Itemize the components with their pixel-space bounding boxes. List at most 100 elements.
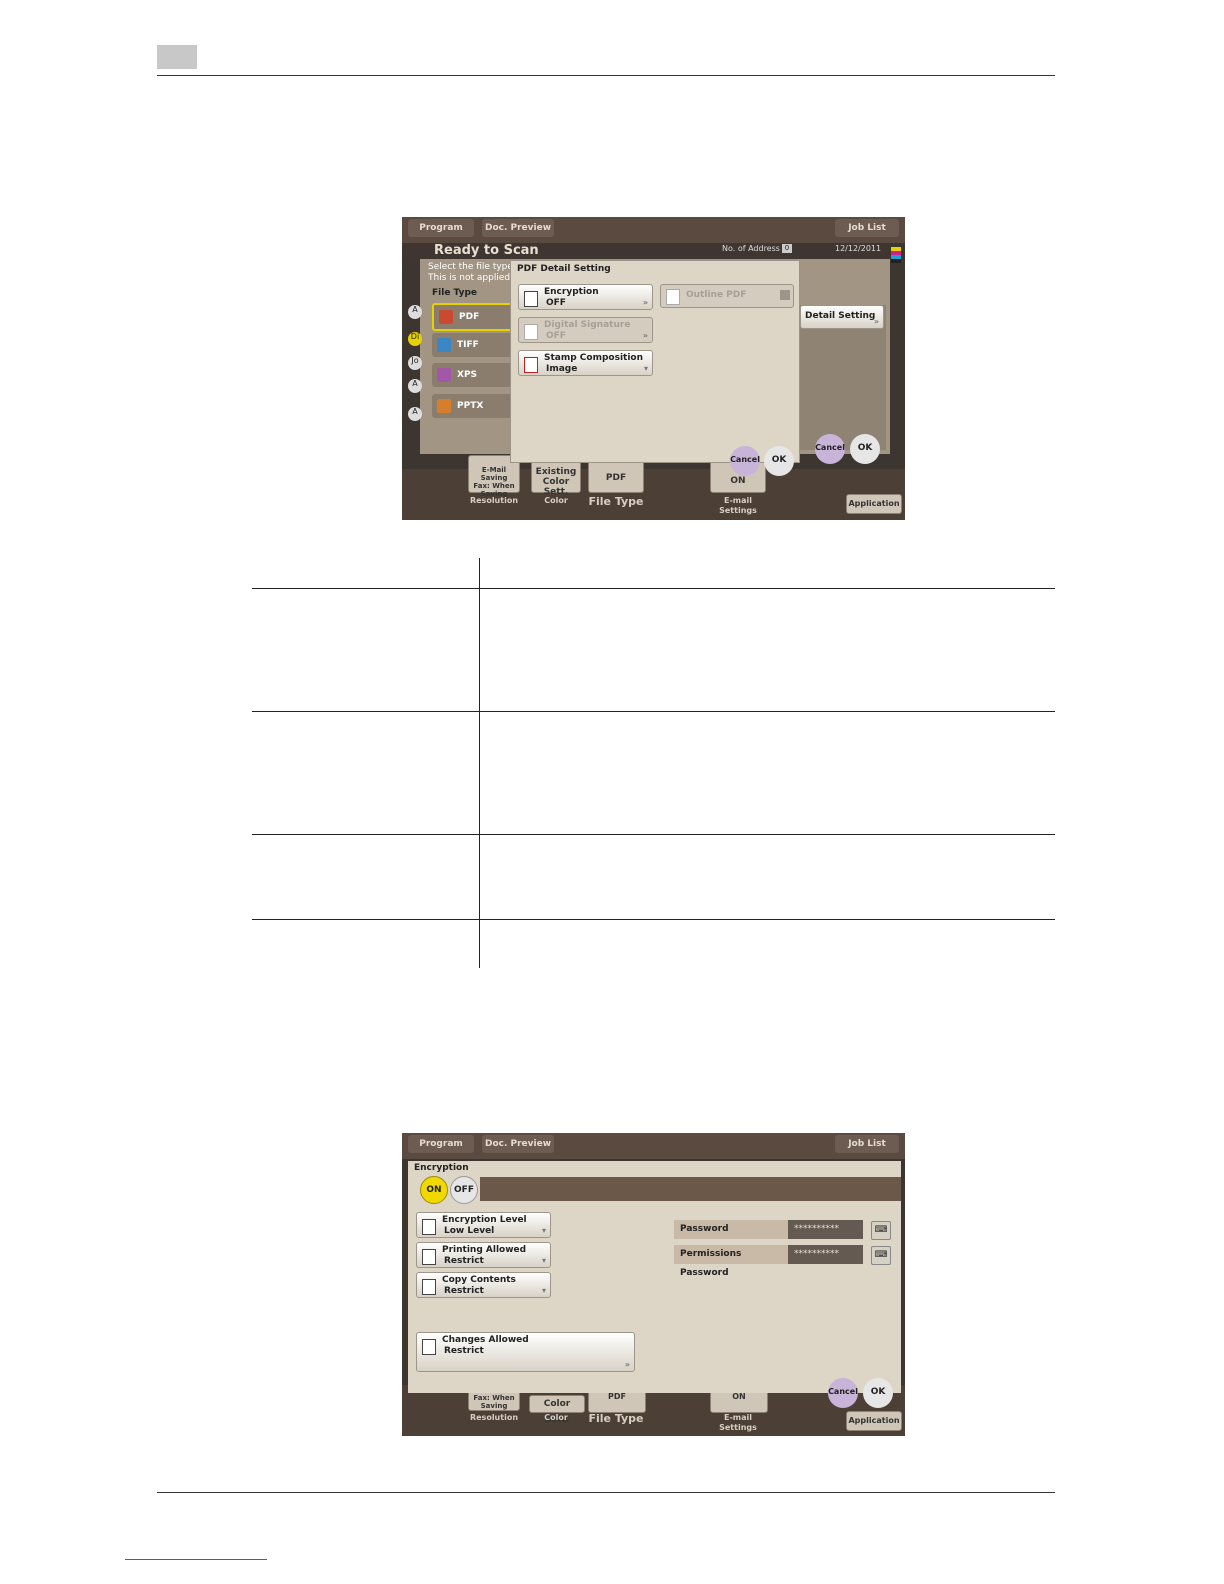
address-count-label: No. of Address — [722, 244, 780, 253]
footer-link-underline[interactable] — [125, 1559, 267, 1560]
table-row-rule — [252, 588, 1055, 589]
side-tab[interactable]: A — [408, 305, 422, 319]
encryption-level-select[interactable]: Encryption Level Low Level ▾ — [416, 1212, 551, 1238]
chevron-down-icon: ▾ — [643, 364, 648, 373]
dialog-title: Encryption — [414, 1163, 469, 1173]
stamp-icon — [524, 357, 538, 373]
job-list-button[interactable]: Job List — [835, 1135, 899, 1153]
program-button[interactable]: Program — [408, 219, 474, 237]
encryption-level-icon — [422, 1219, 436, 1235]
file-type-label: File Type — [432, 288, 478, 298]
table-row-rule — [252, 834, 1055, 835]
side-tab[interactable]: Di — [408, 332, 422, 346]
panel-cancel-button[interactable]: Cancel — [815, 434, 845, 464]
tiff-file-icon — [437, 337, 451, 352]
ok-button[interactable]: OK — [863, 1378, 893, 1408]
program-button[interactable]: Program — [408, 1135, 474, 1153]
color-tile[interactable]: Existing Color Sett. — [531, 461, 581, 497]
file-type-bottom-label: File Type — [588, 1412, 644, 1425]
xps-file-icon — [437, 367, 451, 382]
top-bar: Program Doc. Preview Job List — [402, 217, 905, 243]
double-arrow-icon: » — [642, 298, 648, 307]
on-off-band — [480, 1177, 901, 1201]
color-label: Color — [544, 496, 568, 505]
instruction-line-2: This is not applied to — [428, 273, 522, 283]
stamp-composition-button[interactable]: Stamp Composition Image ▾ — [518, 350, 653, 376]
printing-icon — [422, 1249, 436, 1265]
file-type-tile[interactable]: PDF — [588, 1391, 646, 1413]
resolution-label: Resolution — [469, 496, 519, 505]
outline-pdf-button[interactable]: Outline PDF — [660, 284, 794, 308]
double-arrow-icon: » — [642, 331, 648, 340]
resolution-label: Resolution — [469, 1413, 519, 1422]
file-type-xps[interactable]: XPS — [432, 363, 512, 387]
off-toggle-button[interactable]: OFF — [450, 1176, 478, 1204]
side-tab[interactable]: A — [408, 407, 422, 421]
keyboard-icon[interactable]: ⌨ — [871, 1221, 891, 1240]
dialog-title: PDF Detail Setting — [517, 264, 611, 274]
chapter-number-box — [157, 45, 197, 69]
keyboard-icon[interactable]: ⌨ — [871, 1246, 891, 1265]
changes-icon — [422, 1339, 436, 1355]
side-tab[interactable]: Jo — [408, 356, 422, 370]
copy-contents-icon — [422, 1279, 436, 1295]
permissions-password-label: Permissions Password — [674, 1245, 788, 1278]
top-bar: Program Doc. Preview Job List — [402, 1133, 905, 1159]
table-row-rule — [252, 711, 1055, 712]
pdf-detail-setting-dialog: PDF Detail Setting Encryption OFF » Digi… — [510, 260, 800, 476]
status-date: 12/12/2011 — [835, 244, 882, 253]
chevron-down-icon: ▾ — [541, 1256, 546, 1265]
dialog-ok-button[interactable]: OK — [764, 446, 794, 476]
application-button[interactable]: Application — [846, 1411, 902, 1431]
doc-preview-button[interactable]: Doc. Preview — [482, 219, 554, 237]
copy-contents-select[interactable]: Copy Contents Restrict ▾ — [416, 1272, 551, 1298]
changes-allowed-button[interactable]: Changes Allowed Restrict » — [416, 1332, 635, 1372]
encryption-icon — [524, 291, 538, 307]
double-arrow-icon: » — [873, 317, 879, 326]
signature-icon — [524, 324, 538, 340]
password-label: Password — [674, 1220, 788, 1239]
toner-indicators — [891, 247, 901, 269]
application-button[interactable]: Application — [846, 494, 902, 514]
encryption-dialog: Encryption ON OFF Encryption Level Low L… — [408, 1161, 901, 1393]
footer-rule — [157, 1492, 1055, 1493]
address-count-value: 0 — [782, 244, 792, 253]
detail-setting-button[interactable]: Detail Setting» — [800, 305, 884, 329]
pptx-file-icon — [437, 398, 451, 413]
job-list-button[interactable]: Job List — [835, 219, 899, 237]
cancel-button[interactable]: Cancel — [828, 1378, 858, 1408]
double-arrow-icon: » — [624, 1360, 630, 1369]
table-column-divider — [479, 558, 480, 968]
outline-pdf-icon — [666, 289, 680, 305]
status-title: Ready to Scan — [434, 243, 539, 258]
printing-allowed-select[interactable]: Printing Allowed Restrict ▾ — [416, 1242, 551, 1268]
email-settings-label: E-mail Settings — [719, 1413, 757, 1432]
pdf-file-icon — [439, 309, 453, 324]
file-type-tile[interactable]: PDF — [588, 461, 644, 493]
checkbox-icon — [780, 290, 790, 300]
chevron-down-icon: ▾ — [541, 1226, 546, 1235]
panel-ok-button[interactable]: OK — [850, 434, 880, 464]
file-type-tiff[interactable]: TIFF — [432, 333, 512, 357]
color-tile[interactable]: Color Sett. — [529, 1395, 585, 1425]
encryption-button[interactable]: Encryption OFF » — [518, 284, 653, 310]
header-rule — [157, 75, 1055, 76]
dialog-cancel-button[interactable]: Cancel — [730, 446, 760, 476]
doc-preview-button[interactable]: Doc. Preview — [482, 1135, 554, 1153]
table-row-rule — [252, 919, 1055, 920]
on-toggle-button[interactable]: ON — [420, 1176, 448, 1204]
chevron-down-icon: ▾ — [541, 1286, 546, 1295]
digital-signature-button[interactable]: Digital Signature OFF » — [518, 317, 653, 343]
password-field[interactable]: ********** — [788, 1220, 863, 1239]
pdf-detail-setting-screenshot: Program Doc. Preview Job List Ready to S… — [402, 217, 905, 520]
color-label: Color — [544, 1413, 568, 1422]
file-type-bottom-label: File Type — [588, 495, 644, 508]
email-settings-label: E-mail Settings — [719, 496, 757, 515]
side-tab[interactable]: A — [408, 379, 422, 393]
encryption-screenshot: Program Doc. Preview Job List Fax: When … — [402, 1133, 905, 1436]
resolution-tile[interactable]: Fax: When Saving — [468, 1391, 520, 1411]
email-settings-tile[interactable]: ON — [710, 1391, 768, 1413]
file-type-pptx[interactable]: PPTX — [432, 394, 512, 418]
file-type-pdf[interactable]: PDF — [432, 303, 516, 331]
permissions-password-field[interactable]: ********** — [788, 1245, 863, 1264]
